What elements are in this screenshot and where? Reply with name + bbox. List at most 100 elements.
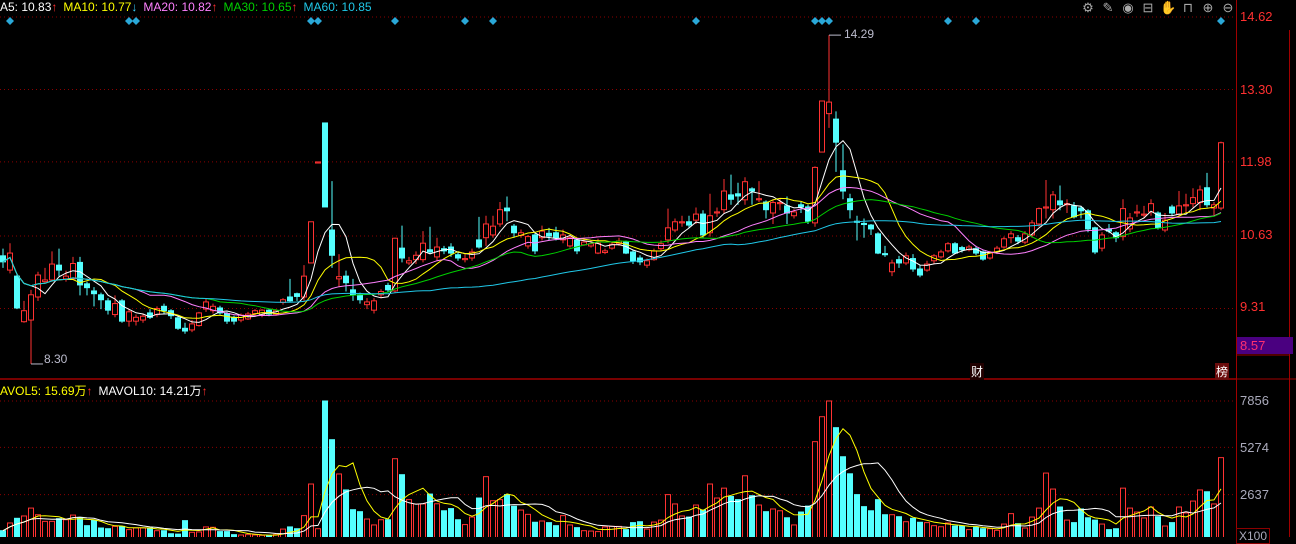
volume-bar [1043,472,1049,537]
volume-bar [385,519,391,537]
candle-body [686,221,692,226]
candle-body [336,276,342,280]
candle-body [406,260,412,264]
volume-bar [14,517,20,537]
gear-icon[interactable]: ⚙ [1080,0,1096,16]
volume-bar [966,529,972,537]
volume-bar [1085,517,1091,537]
event-marker-icon[interactable] [391,17,399,25]
ma30-legend: MA30: 10.65↑ [223,0,298,14]
event-marker-icon[interactable] [811,17,819,25]
candle-body [126,311,132,322]
volume-bar [987,528,993,537]
volume-bar [959,525,965,537]
zoom-out-icon[interactable]: ⊖ [1220,0,1236,16]
volume-tick: 7856 [1240,393,1269,408]
volume-bar [1176,506,1182,537]
price-tick: 14.62 [1240,9,1273,24]
toolbox-icon[interactable]: ⊟ [1140,0,1156,16]
volume-bar [840,456,846,537]
volume-bar [994,529,1000,537]
zoom-in-icon[interactable]: ⊕ [1200,0,1216,16]
event-marker-icon[interactable] [692,17,700,25]
candle-body [1050,194,1056,211]
candle-body [868,224,874,230]
eye-icon[interactable]: ◉ [1120,0,1136,16]
ma-legend: A5: 10.83↑ MA10: 10.77↓ MA20: 10.82↑ MA3… [0,0,372,14]
volume-bar [1099,523,1105,537]
volume-bar [1113,528,1119,537]
volume-bar [735,499,741,537]
candle-body [140,315,146,321]
candle-body [1071,205,1077,218]
volume-bar [469,516,475,537]
volume-bar [105,528,111,537]
candle-body [350,289,356,296]
finance-tag[interactable]: 财 [970,363,985,380]
ma10-legend: MA10: 10.77↓ [63,0,138,14]
volume-bar [1127,507,1133,537]
candle-body [1134,211,1140,214]
event-marker-icon[interactable] [818,17,826,25]
price-tick: 11.98 [1240,154,1272,169]
stock-chart[interactable] [0,0,1296,537]
chart-toolbar: ⚙ ✎ ◉ ⊟ ✋ ⊓ ⊕ ⊖ [1080,0,1236,16]
event-marker-icon[interactable] [944,17,952,25]
volume-bar [140,527,146,537]
volume-bar [945,522,951,537]
event-marker-icon[interactable] [314,17,322,25]
candle-body [889,262,895,273]
candle-body [756,198,762,201]
candle-body [700,213,706,236]
candle-body [476,239,482,248]
volume-bar [511,505,517,537]
volume-bar [434,503,440,537]
volume-bar [756,504,762,537]
volume-bar [224,531,230,537]
volume-bar [42,520,48,537]
candle-body [833,118,839,143]
pen-icon[interactable]: ✎ [1100,0,1116,16]
volume-bar [553,525,559,537]
candle-body [812,166,818,224]
volume-bar [728,495,734,537]
lock-icon[interactable]: ⊓ [1180,0,1196,16]
volume-bar [427,493,433,537]
mavol5-legend: AVOL5: 15.69万↑ [0,384,93,398]
candle-body [28,294,34,321]
volume-bar [595,531,601,537]
candle-body [1099,234,1105,249]
volume-bar [189,531,195,537]
event-marker-icon[interactable] [132,17,140,25]
candle-body [182,327,188,332]
volume-bar [693,504,699,537]
ma5-line [2,139,1222,323]
candle-body [1197,189,1203,204]
event-marker-icon[interactable] [825,17,833,25]
hand-icon[interactable]: ✋ [1160,0,1176,16]
event-marker-icon[interactable] [489,17,497,25]
event-marker-icon[interactable] [1217,17,1225,25]
volume-bar [868,510,874,537]
candle-body [322,122,328,208]
volume-bar [1148,506,1154,537]
ranking-tag[interactable]: 榜 [1215,363,1230,380]
volume-bar [413,503,419,537]
volume-bar [1218,457,1224,537]
candle-body [455,254,461,259]
candle-body [343,275,349,284]
candle-body [728,194,734,200]
candle-body [357,294,363,301]
low-price-annotation: 8.30 [44,352,68,366]
volume-bar [889,514,895,537]
event-marker-icon[interactable] [972,17,980,25]
volume-bar [280,528,286,537]
candle-body [714,211,720,214]
candle-body [1218,142,1224,209]
event-marker-icon[interactable] [461,17,469,25]
event-marker-icon[interactable] [125,17,133,25]
volume-bar [1106,529,1112,537]
event-marker-icon[interactable] [6,17,14,25]
event-marker-icon[interactable] [307,17,315,25]
volume-bar [826,400,832,537]
